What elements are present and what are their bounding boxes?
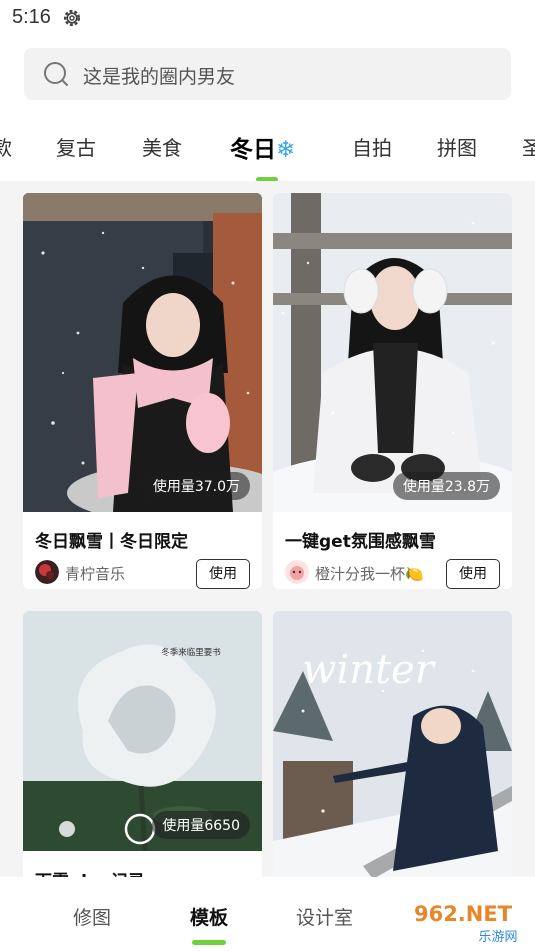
search-bar[interactable]: 这是我的圈内男友	[24, 48, 511, 100]
nav-templates[interactable]: 模板	[190, 903, 228, 930]
tab-collage[interactable]: 拼图	[437, 132, 477, 161]
template-grid: 使用量37.0万 冬日飘雪丨冬日限定 青柠音乐 使用 使用量23.8万 一键ge…	[0, 181, 535, 877]
nav-active-indicator	[192, 940, 226, 945]
tab-partial-right[interactable]: 圣	[522, 132, 535, 161]
tab-winter-label: 冬日	[230, 137, 276, 163]
use-button[interactable]: 使用	[196, 559, 250, 589]
status-time: 5:16	[12, 6, 51, 28]
nav-design-studio[interactable]: 设计室	[296, 903, 353, 930]
template-image[interactable]	[23, 193, 262, 512]
watermark-bottom: 乐游网	[478, 930, 517, 945]
search-placeholder: 这是我的圈内男友	[83, 66, 236, 88]
search-icon	[44, 62, 68, 86]
tab-partial-left[interactable]: 款	[0, 132, 12, 161]
tab-retro[interactable]: 复古	[56, 132, 96, 161]
status-bar: 5:16	[0, 0, 535, 38]
template-image[interactable]: winter	[273, 611, 512, 877]
lemon-icon: 🍋	[405, 565, 424, 583]
usage-badge: 使用量6650	[152, 811, 250, 839]
gear-icon	[63, 9, 81, 27]
use-button[interactable]: 使用	[446, 559, 500, 589]
template-title: 下雪plog记录	[35, 867, 145, 877]
overlay-title: winter	[302, 647, 437, 693]
template-title: 冬日飘雪丨冬日限定	[35, 532, 188, 552]
snowflake-icon: ❄	[276, 137, 296, 163]
author-avatar	[35, 560, 59, 584]
author-name: 青柠音乐	[65, 565, 126, 583]
tab-food[interactable]: 美食	[142, 132, 182, 161]
tab-winter[interactable]: 冬日❄	[230, 130, 295, 164]
template-card[interactable]: 使用量23.8万 一键get氛围感飘雪 橙汁分我一杯🍋 使用	[273, 193, 512, 589]
template-card[interactable]: 使用量37.0万 冬日飘雪丨冬日限定 青柠音乐 使用	[23, 193, 262, 589]
watermark-top: 962.NET	[414, 902, 513, 926]
author-avatar	[285, 560, 309, 584]
template-card[interactable]: winter	[273, 611, 512, 877]
usage-badge: 使用量37.0万	[142, 472, 250, 500]
overlay-caption: 冬季来临里要书	[161, 647, 221, 658]
usage-badge: 使用量23.8万	[392, 472, 500, 500]
nav-edit-photo[interactable]: 修图	[73, 903, 111, 930]
author-name: 橙汁分我一杯🍋	[315, 563, 424, 584]
author-name-text: 橙汁分我一杯	[315, 565, 406, 583]
template-card[interactable]: 冬季来临里要书 使用量6650 下雪plog记录	[23, 611, 262, 877]
template-image[interactable]	[273, 193, 512, 512]
template-title: 一键get氛围感飘雪	[285, 532, 436, 552]
tab-selfie[interactable]: 自拍	[352, 132, 392, 161]
category-tabs: 款 复古 美食 冬日❄ 自拍 拼图 圣	[0, 118, 535, 180]
watermark-logo: 962.NET 乐游网	[395, 895, 531, 947]
